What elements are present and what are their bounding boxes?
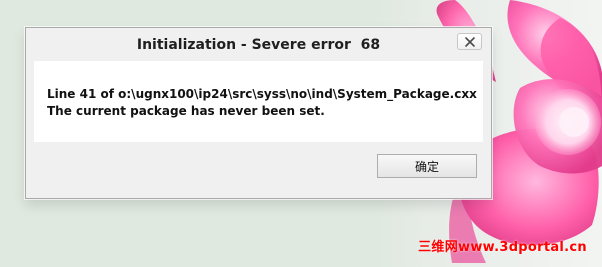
message-line-2: The current package has never been set. — [47, 104, 325, 118]
close-icon — [465, 37, 475, 47]
message-line-1: Line 41 of o:\ugnx100\ip24\src\syss\no\i… — [47, 87, 477, 101]
error-dialog: Initialization - Severe error 68 Line 41… — [25, 27, 492, 199]
dialog-title: Initialization - Severe error 68 — [136, 37, 381, 53]
ok-button[interactable]: 确定 — [377, 154, 477, 178]
dialog-message-area: Line 41 of o:\ugnx100\ip24\src\syss\no\i… — [34, 61, 483, 142]
dialog-footer: 确定 — [34, 142, 483, 190]
dialog-titlebar[interactable]: Initialization - Severe error 68 — [26, 28, 491, 61]
close-button[interactable] — [457, 33, 482, 50]
watermark-text: 三维网www.3dportal.cn — [418, 240, 587, 255]
